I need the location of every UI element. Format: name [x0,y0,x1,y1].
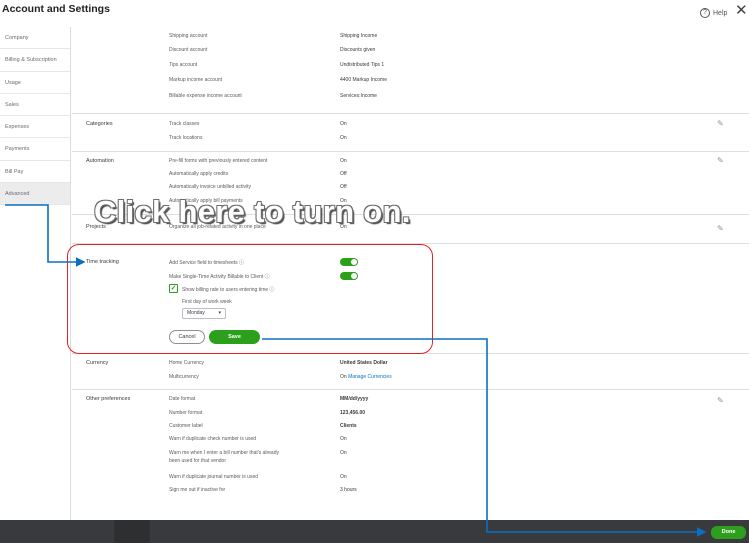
dup-journal-label: Warn if duplicate journal number is used [169,474,259,480]
footer-segment [114,520,150,543]
multicurrency-state: On [340,374,347,380]
date-format-label: Date format [169,396,196,402]
section-divider [72,151,749,152]
dup-journal-value: On [340,474,347,480]
tips-account-label: Tips account [169,62,198,68]
help-button[interactable]: ? Help [700,8,727,18]
track-classes-label: Track classes [169,121,200,127]
dup-check-value: On [340,436,347,442]
other-preferences-title: Other preferences [86,396,131,402]
sidebar-item-sales[interactable]: Sales [0,94,70,117]
home-currency-label: Home Currency [169,360,205,366]
multicurrency-value: On Manage Currencies [340,374,392,380]
shipping-account-label: Shipping account [169,33,208,39]
sidebar-item-usage[interactable]: Usage [0,72,70,94]
footer-bar [0,520,749,543]
inactive-signout-label: Sign me out if inactive for [169,487,226,493]
number-format-value: 123,456.00 [340,410,366,416]
invoice-unbilled-label: Automatically invoice unbilled activity [169,184,251,190]
prefill-forms-label: Pre-fill forms with previously entered c… [169,158,268,164]
track-locations-value: On [340,135,347,141]
categories-title: Categories [86,121,113,127]
done-button[interactable]: Done [711,526,746,539]
markup-account-label: Markup income account [169,77,223,83]
invoice-unbilled-value: Off [340,184,347,190]
billable-expense-label: Billable expense income account [169,93,242,99]
close-icon[interactable]: ✕ [735,3,748,18]
section-divider [72,389,749,390]
multicurrency-label: Multicurrency [169,374,199,380]
help-icon: ? [700,8,710,18]
discount-account-label: Discount account [169,47,208,53]
sidebar-item-billing[interactable]: Billing & Subscription [0,49,70,72]
tips-account-value: Undistributed Tips 1 [340,62,385,68]
track-classes-value: On [340,121,347,127]
sidebar-item-expenses[interactable]: Expenses [0,116,70,139]
number-format-label: Number format [169,410,203,416]
discount-account-value: Discounts given [340,47,376,53]
manage-currencies-link[interactable]: Manage Currencies [348,374,392,380]
dup-bill-label: Warn me when I enter a bill number that'… [169,450,279,456]
dup-bill-value: On [340,450,347,456]
apply-credits-value: Off [340,171,347,177]
annotation-text: Click here to turn on. [94,194,411,229]
sidebar-item-bill-pay[interactable]: Bill Pay [0,161,70,184]
sidebar-item-advanced[interactable]: Advanced [0,183,70,206]
inactive-signout-value: 3 hours [340,487,357,493]
dup-check-label: Warn if duplicate check number is used [169,436,257,442]
sidebar-item-company[interactable]: Company [0,27,70,50]
apply-credits-label: Automatically apply credits [169,171,229,177]
billable-expense-value: Services:Income [340,93,377,99]
pencil-icon[interactable]: ✎ [717,224,724,233]
prefill-forms-value: On [340,158,347,164]
date-format-value: MM/dd/yyyy [340,396,369,402]
markup-account-value: 4400 Markup Income [340,77,387,83]
page-title: Account and Settings [2,3,110,15]
settings-sidebar: Company Billing & Subscription Usage Sal… [0,27,71,520]
currency-title: Currency [86,360,109,366]
dup-bill-label-line2: been used for that vendor [169,458,226,464]
customer-label-value: Clients [340,423,357,429]
sidebar-item-payments[interactable]: Payments [0,138,70,161]
highlight-box [67,244,433,354]
section-divider [72,113,749,114]
customer-label-label: Customer label [169,423,203,429]
automation-title: Automation [86,158,114,164]
pencil-icon[interactable]: ✎ [717,119,724,128]
track-locations-label: Track locations [169,135,203,141]
help-label: Help [713,9,728,17]
pencil-icon[interactable]: ✎ [717,396,724,405]
shipping-account-value: Shipping Income [340,33,378,39]
home-currency-value: United States Dollar [340,360,388,366]
pencil-icon[interactable]: ✎ [717,156,724,165]
